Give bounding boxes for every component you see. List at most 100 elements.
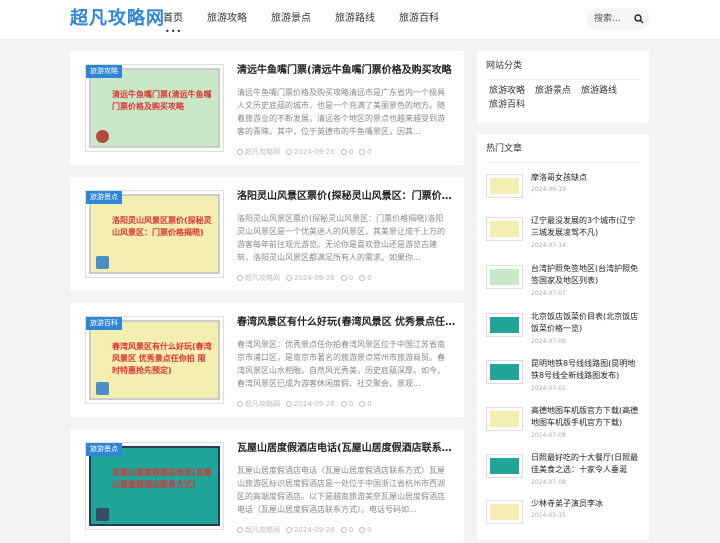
hot-article-thumbnail[interactable]: [486, 217, 523, 241]
nav-item-encyclopedia[interactable]: 旅游百科: [399, 13, 439, 25]
clock-icon: [286, 527, 292, 533]
hot-article-item[interactable]: 摩洛哥女孩缺点 2024-06-19: [486, 172, 646, 210]
hot-article-title[interactable]: 日照最好吃的十大餐厅(日照最佳美食之选：十家令人垂涎: [531, 452, 643, 476]
hot-article-title[interactable]: 高德地图车机版官方下载(高德地图车机版手机官方下载): [531, 405, 643, 429]
comments-item: 0: [359, 400, 372, 408]
category-link[interactable]: 旅游攻略: [489, 84, 525, 98]
hot-article-thumbnail[interactable]: [486, 454, 523, 478]
category-tag[interactable]: 旅游攻略: [86, 65, 122, 78]
thumbnail-badge-icon: [96, 508, 109, 521]
search-input[interactable]: [594, 12, 630, 26]
article-excerpt: 洛阳灵山风景区票价(探秘灵山风景区：门票价格揭晓)洛阳灵山风景区是一个优美迷人的…: [237, 214, 445, 262]
divider: [486, 162, 640, 163]
hot-thumb-fill: [490, 364, 519, 380]
eye-icon: [340, 401, 347, 407]
user-icon: [237, 527, 243, 533]
hot-article-item[interactable]: 台湾护照免签地区(台湾护照免签国家及地区列表) 2024-07-07: [486, 263, 646, 301]
clock-icon: [286, 401, 292, 407]
hot-article-title[interactable]: 辽宁最没发展的3个城市(辽宁三城发展凌驾不凡): [531, 215, 643, 239]
article-excerpt: 清远牛鱼嘴门票价格及购买攻略清远市是广东省内一个极具人文历史底蕴的城市，也是一个…: [237, 88, 445, 136]
hot-article-thumbnail[interactable]: [486, 360, 523, 384]
date-item: 2024-09-26: [286, 148, 335, 156]
hot-article-title[interactable]: 台湾护照免签地区(台湾护照免签国家及地区列表): [531, 263, 643, 287]
hot-article-date: 2024-07-14: [531, 242, 566, 249]
eye-icon: [340, 275, 347, 281]
hot-article-item[interactable]: 少林寺弟子演员李冰 2024-05-15: [486, 498, 646, 536]
nav-item-home[interactable]: 首页 •••: [163, 13, 183, 36]
category-tag[interactable]: 旅游百科: [86, 317, 122, 330]
article-date: 2024-09-26: [294, 148, 335, 156]
category-link[interactable]: 旅游景点: [535, 84, 571, 98]
hot-article-thumbnail[interactable]: [486, 500, 523, 524]
category-list: 旅游攻略 旅游景点 旅游路线 旅游百科: [489, 84, 639, 112]
hot-article-thumbnail[interactable]: [486, 407, 523, 431]
hot-article-title[interactable]: 摩洛哥女孩缺点: [531, 172, 643, 184]
site-header: 超凡攻略网 首页 ••• 旅游攻略 旅游景点 旅游路线 旅游百科: [0, 0, 720, 40]
nav-item-routes[interactable]: 旅游路线: [335, 13, 375, 25]
nav-item-guides[interactable]: 旅游攻略: [207, 13, 247, 25]
hot-article-thumbnail[interactable]: [486, 265, 523, 289]
thumbnail-badge-icon: [96, 382, 109, 395]
date-item: 2024-09-26: [286, 526, 335, 534]
user-icon: [237, 275, 243, 281]
thumbnail-badge-icon: [96, 256, 109, 269]
article-title[interactable]: 清远牛鱼嘴门票(清远牛鱼嘴门票价格及购买攻略: [237, 64, 457, 78]
nav-item-label: 首页: [163, 13, 183, 24]
article-thumbnail[interactable]: 旅游攻略 清远牛鱼嘴门票(清远牛鱼嘴门票价格及购买攻略: [85, 64, 224, 152]
hot-articles-title: 热门文章: [486, 144, 523, 154]
article-comments: 0: [367, 148, 372, 156]
hot-article-item[interactable]: 高德地图车机版官方下载(高德地图车机版手机官方下载) 2024-07-08: [486, 405, 646, 443]
comment-icon: [359, 275, 366, 281]
comment-icon: [359, 149, 366, 155]
article-date: 2024-09-26: [294, 526, 335, 534]
article-views: 0: [348, 526, 354, 534]
search-icon[interactable]: [634, 14, 644, 24]
comment-icon: [359, 527, 366, 533]
hot-article-title[interactable]: 北京饭店饭菜价目表(北京饭店饭菜价格一览): [531, 311, 643, 335]
views-item: 0: [340, 148, 353, 156]
views-item: 0: [340, 526, 354, 534]
article-author: 超凡攻略网: [245, 526, 280, 534]
eye-icon: [340, 149, 347, 155]
site-logo[interactable]: 超凡攻略网: [70, 9, 165, 29]
article-card: 旅游百科 春湾风景区有什么好玩(春湾风景区 优秀景点任你拍 限时特惠抢先预定) …: [70, 303, 464, 417]
clock-icon: [286, 275, 292, 281]
views-item: 0: [340, 400, 353, 408]
thumbnail-text: 清远牛鱼嘴门票(清远牛鱼嘴门票价格及购买攻略: [112, 90, 212, 111]
category-link[interactable]: 旅游路线: [581, 84, 617, 98]
article-date: 2024-09-26: [294, 400, 335, 408]
article-thumbnail[interactable]: 旅游百科 春湾风景区有什么好玩(春湾风景区 优秀景点任你拍 限时特惠抢先预定): [85, 316, 224, 404]
category-tag[interactable]: 旅游景点: [86, 191, 122, 204]
hot-article-item[interactable]: 辽宁最没发展的3个城市(辽宁三城发展凌驾不凡) 2024-07-14: [486, 215, 646, 253]
article-author: 超凡攻略网: [245, 148, 280, 156]
hot-thumb-fill: [490, 221, 519, 237]
hot-article-title[interactable]: 昆明地铁8号线线路图(昆明地铁8号线全新线路图发布): [531, 358, 643, 382]
hot-article-date: 2024-07-07: [531, 290, 566, 297]
article-thumbnail[interactable]: 旅游景点 瓦屋山居度假酒店电话(瓦屋山居度假酒店联系方式): [85, 442, 224, 530]
hot-articles-widget: 热门文章 摩洛哥女孩缺点 2024-06-19 辽宁最没发展的3个城市(辽宁三城…: [477, 134, 649, 540]
hot-article-item[interactable]: 昆明地铁8号线线路图(昆明地铁8号线全新线路图发布) 2024-07-01: [486, 358, 646, 396]
article-meta: 超凡攻略网 2024-09-26 0 0: [237, 525, 378, 535]
nav-active-indicator: •••: [165, 27, 183, 36]
article-views: 0: [348, 274, 354, 282]
search-box: [586, 8, 650, 30]
hot-article-date: 2024-07-08: [531, 479, 566, 486]
thumbnail-text: 春湾风景区有什么好玩(春湾风景区 优秀景点任你拍 限时特惠抢先预定): [112, 342, 212, 375]
hot-article-item[interactable]: 北京饭店饭菜价目表(北京饭店饭菜价格一览) 2024-07-09: [486, 311, 646, 349]
category-link[interactable]: 旅游百科: [489, 98, 525, 112]
hot-article-title[interactable]: 少林寺弟子演员李冰: [531, 498, 643, 510]
article-title[interactable]: 洛阳灵山风景区票价(探秘灵山风景区：门票价格揭晓): [237, 190, 457, 204]
thumbnail-badge-icon: [96, 130, 109, 143]
article-date: 2024-09-26: [294, 274, 335, 282]
article-thumbnail[interactable]: 旅游景点 洛阳灵山风景区票价(探秘灵山风景区：门票价格揭晓): [85, 190, 224, 278]
hot-article-date: 2024-07-01: [531, 385, 566, 392]
article-title[interactable]: 春湾风景区有什么好玩(春湾风景区 优秀景点任你拍 限时特惠抢先预定): [237, 316, 457, 330]
article-author: 超凡攻略网: [245, 274, 280, 282]
nav-item-attractions[interactable]: 旅游景点: [271, 13, 311, 25]
hot-article-thumbnail[interactable]: [486, 313, 523, 337]
hot-article-item[interactable]: 日照最好吃的十大餐厅(日照最佳美食之选：十家令人垂涎 2024-07-08: [486, 452, 646, 490]
article-title[interactable]: 瓦屋山居度假酒店电话(瓦屋山居度假酒店联系方式): [237, 442, 457, 456]
category-tag[interactable]: 旅游景点: [86, 443, 122, 456]
categories-title: 网站分类: [486, 61, 523, 71]
hot-article-thumbnail[interactable]: [486, 174, 523, 198]
